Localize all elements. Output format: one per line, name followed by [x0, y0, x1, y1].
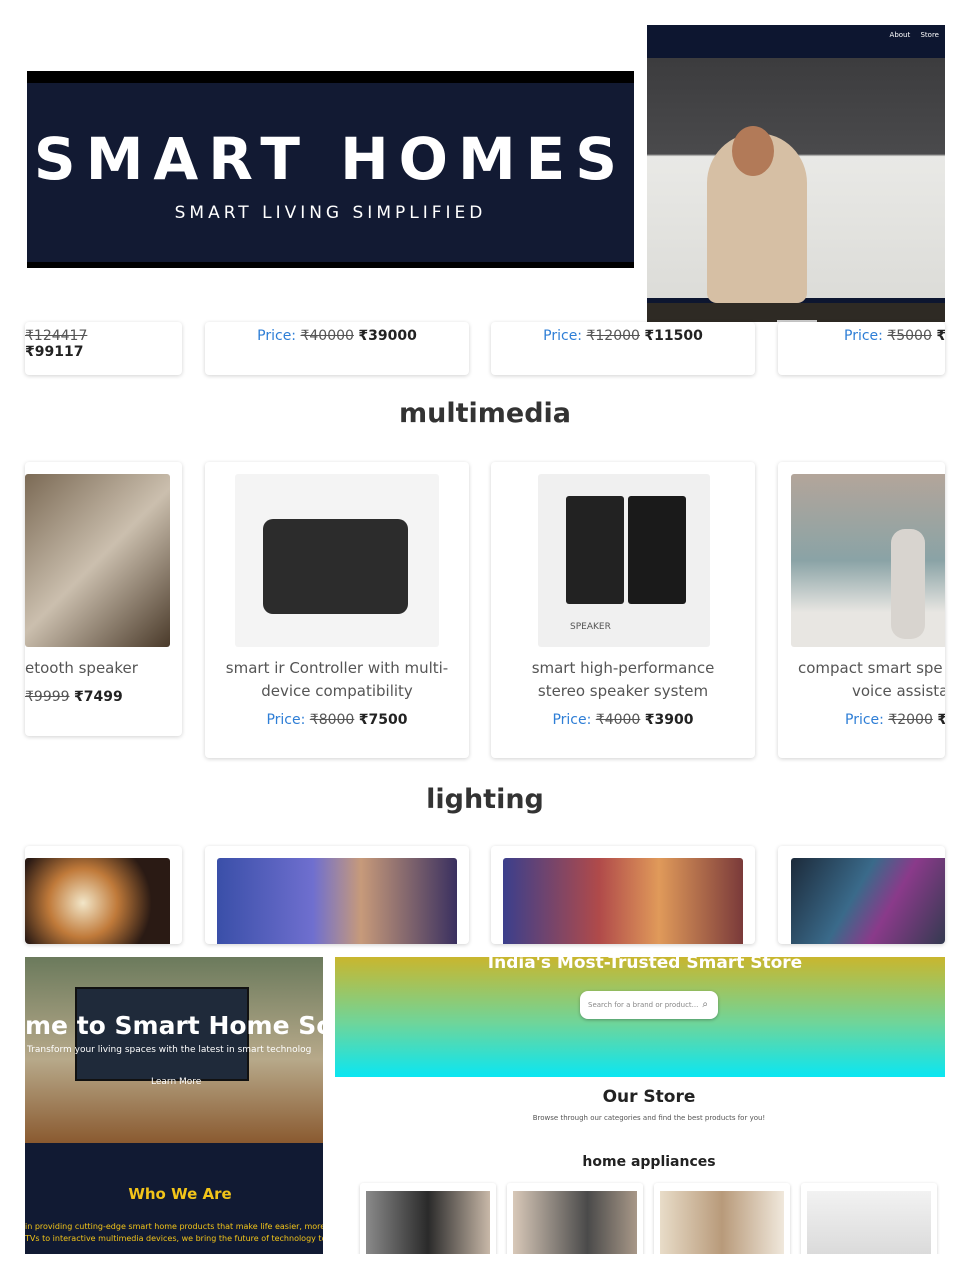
product-price: ₹124417 ₹99117 [25, 328, 88, 360]
product-image[interactable] [807, 1191, 931, 1254]
hero-heading: me to Smart Home So [25, 1011, 323, 1040]
hero-subtitle: Transform your living spaces with the la… [27, 1045, 312, 1055]
product-image[interactable] [791, 858, 945, 944]
product-price: Price: ₹4000 ₹3900 [552, 712, 694, 728]
kitchen-photo [647, 58, 945, 322]
product-name: etooth speaker [25, 659, 138, 677]
category-title: home appliances [582, 1154, 716, 1170]
product-card[interactable]: ₹124417 ₹99117 [25, 322, 182, 375]
nav-store[interactable]: Store [920, 31, 939, 39]
store-headline: India's Most-Trusted Smart Store [487, 957, 803, 973]
product-card[interactable]: Price: ₹5000 ₹3 [778, 322, 945, 375]
product-image[interactable]: SPEAKER [538, 474, 710, 647]
speaker-caption: SPEAKER [570, 622, 611, 632]
product-name: smart high-performance stereo speaker sy… [531, 659, 715, 700]
product-price: Price: ₹12000 ₹11500 [543, 328, 703, 344]
about-text: in providing cutting-edge smart home pro… [25, 1222, 323, 1243]
product-price: Price: ₹5000 ₹3 [844, 328, 945, 344]
product-price: Price: ₹8000 ₹7500 [266, 712, 408, 728]
product-image[interactable] [366, 1191, 490, 1254]
product-card[interactable] [654, 1183, 790, 1254]
product-card[interactable]: SPEAKER smart high-performance stereo sp… [491, 462, 755, 758]
homepage-screenshot: me to Smart Home So Transform your livin… [25, 957, 323, 1254]
product-price: ₹9999 ₹7499 [25, 689, 123, 705]
search-input[interactable]: Search for a brand or product... ⌕ [580, 991, 718, 1019]
search-icon[interactable]: ⌕ [702, 991, 708, 1019]
product-card[interactable] [360, 1183, 496, 1254]
product-image[interactable] [791, 474, 945, 647]
product-card[interactable] [491, 846, 755, 944]
product-card[interactable]: etooth speaker ₹9999 ₹7499 [25, 462, 182, 736]
product-card[interactable] [25, 846, 182, 944]
product-card[interactable] [507, 1183, 643, 1254]
product-card[interactable] [778, 846, 945, 944]
our-store-heading: Our Store [602, 1087, 696, 1107]
product-image[interactable] [503, 858, 743, 944]
logo-tagline: SMART LIVING SIMPLIFIED [174, 203, 487, 223]
product-price: Price: ₹40000 ₹39000 [257, 328, 417, 344]
store-description: Browse through our categories and find t… [532, 1114, 766, 1122]
who-we-are-heading: Who We Are [128, 1185, 232, 1203]
woman-head [732, 126, 774, 176]
product-image[interactable] [25, 858, 170, 944]
product-image[interactable] [660, 1191, 784, 1254]
product-price: Price: ₹2000 ₹1 [845, 712, 945, 728]
product-image[interactable] [217, 858, 457, 944]
logo-title: SMART HOMES [33, 125, 628, 193]
hero-screenshot: About Store [647, 25, 945, 322]
product-image[interactable] [235, 474, 439, 647]
ir-controller-device [263, 519, 408, 614]
smart-homes-logo: SMART HOMES SMART LIVING SIMPLIFIED [27, 71, 634, 268]
product-card[interactable] [205, 846, 469, 944]
learn-more-button[interactable]: Learn More [151, 1077, 201, 1087]
product-card[interactable] [801, 1183, 937, 1254]
section-title-lighting: lighting [426, 784, 544, 815]
product-card[interactable]: Price: ₹40000 ₹39000 [205, 322, 469, 375]
voice-assistant-device [891, 529, 925, 639]
product-image[interactable] [25, 474, 170, 647]
store-page-screenshot: India's Most-Trusted Smart Store Search … [335, 957, 945, 1254]
nav-about[interactable]: About [890, 31, 911, 39]
section-title-multimedia: multimedia [398, 398, 572, 429]
product-card[interactable]: Price: ₹12000 ₹11500 [491, 322, 755, 375]
top-nav: About Store [882, 31, 939, 39]
product-card[interactable]: smart ir Controller with multi- device c… [205, 462, 469, 758]
product-image[interactable] [513, 1191, 637, 1254]
product-name: compact smart spe voice assista [798, 659, 945, 700]
product-card[interactable]: compact smart spe voice assista Price: ₹… [778, 462, 945, 758]
speaker-left [566, 496, 624, 604]
product-name: smart ir Controller with multi- device c… [225, 659, 449, 700]
speaker-right [628, 496, 686, 604]
